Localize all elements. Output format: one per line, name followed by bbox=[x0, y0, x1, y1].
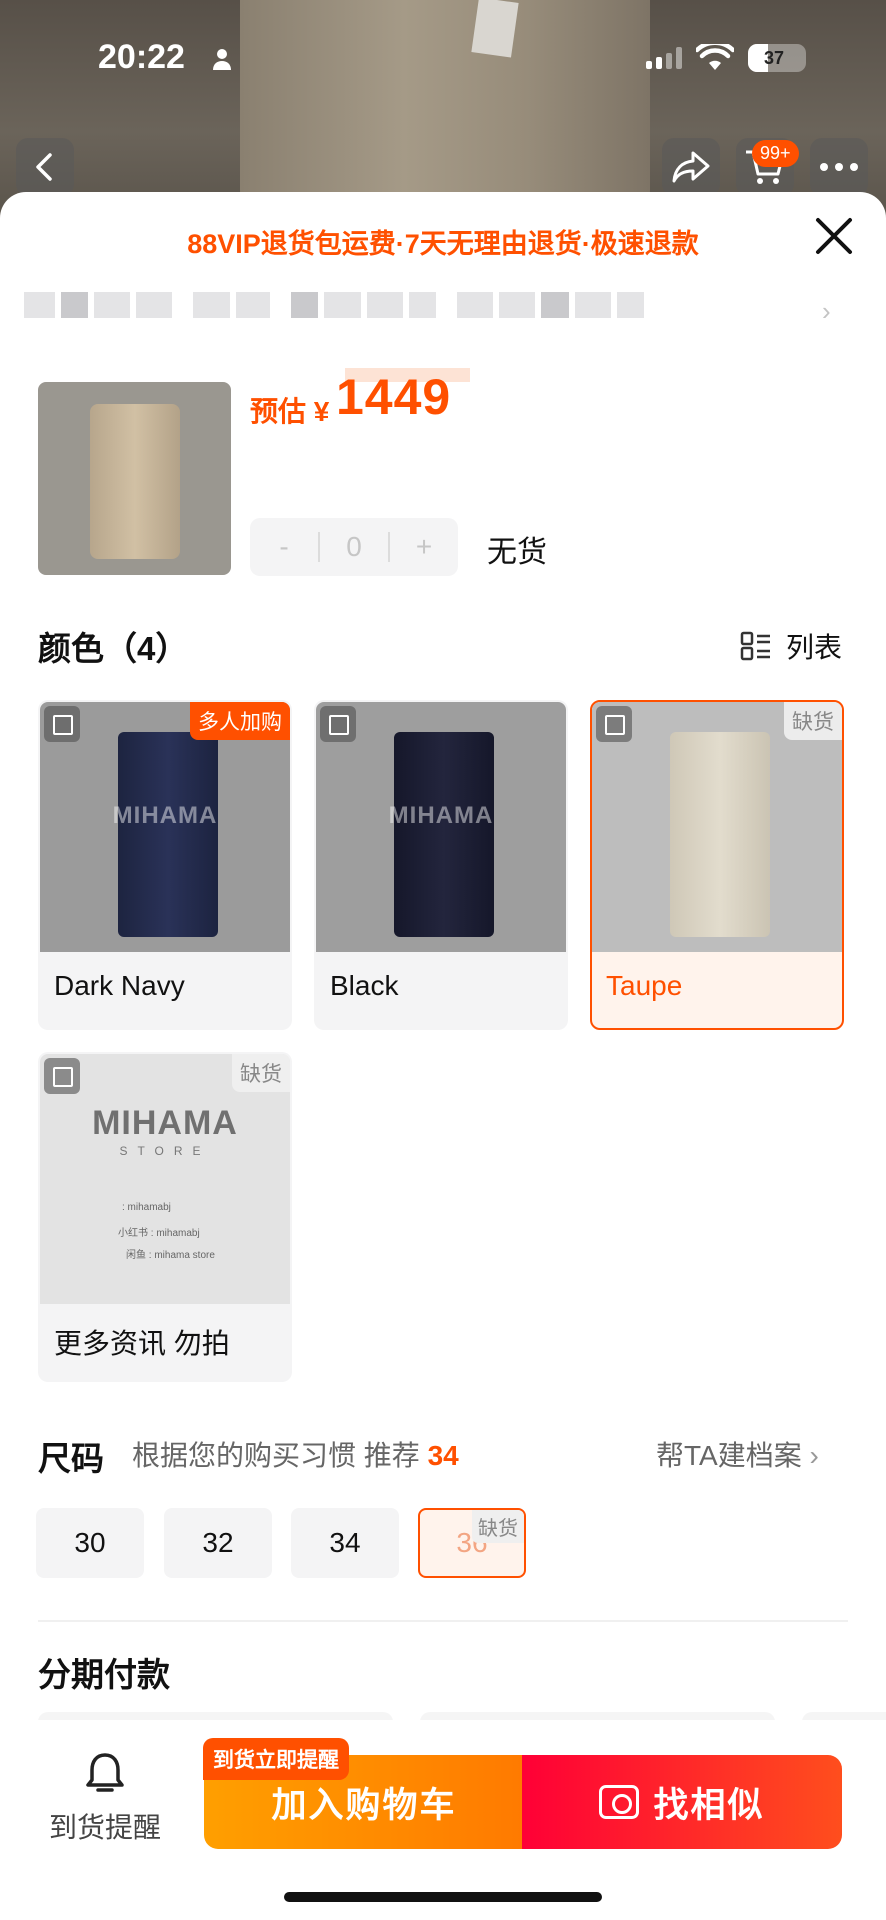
status-time: 20:22 bbox=[98, 38, 185, 76]
size-hint-text: 根据您的购买习惯 推荐 bbox=[132, 1440, 420, 1471]
chevron-right-icon[interactable]: › bbox=[822, 296, 831, 327]
installment-section-title: 分期付款 bbox=[38, 1656, 170, 1693]
camera-icon bbox=[599, 1785, 640, 1819]
size-option-36[interactable]: 36 缺货 bbox=[418, 1508, 526, 1578]
section-divider bbox=[38, 1620, 848, 1622]
thumbnail-pants-image bbox=[90, 404, 180, 559]
expand-icon[interactable] bbox=[44, 1058, 80, 1094]
sku-selection-sheet: 88VIP退货包运费·7天无理由退货·极速退款 › 预估 ¥ 1449 - 0 … bbox=[0, 192, 886, 1920]
size-label: 34 bbox=[329, 1527, 361, 1558]
list-view-toggle[interactable]: 列表 bbox=[740, 626, 842, 666]
out-of-stock-badge: 缺货 bbox=[472, 1510, 524, 1543]
product-photo-pants bbox=[240, 0, 650, 220]
store-subtitle-text: STORE bbox=[119, 1144, 211, 1158]
watermark: MIHAMA bbox=[388, 802, 494, 829]
pants-image bbox=[670, 732, 770, 937]
add-to-cart-label: 加入购物车 bbox=[271, 1785, 457, 1825]
quantity-stepper[interactable]: - 0 + bbox=[250, 518, 458, 576]
blurred-info-row[interactable] bbox=[24, 292, 644, 318]
store-contact-line: : mihamabj bbox=[122, 1202, 171, 1213]
cellular-signal-icon bbox=[646, 47, 682, 69]
close-button[interactable] bbox=[812, 216, 856, 260]
selected-sku-thumbnail[interactable] bbox=[38, 382, 231, 575]
back-button[interactable] bbox=[16, 138, 74, 196]
more-dots-icon bbox=[820, 163, 858, 171]
popular-badge: 多人加购 bbox=[190, 702, 290, 740]
cart-count-badge: 99+ bbox=[752, 140, 799, 167]
find-similar-label: 找相似 bbox=[653, 1785, 765, 1825]
store-contact-line: 小红书 : mihamabj bbox=[118, 1228, 200, 1239]
watermark: MIHAMA bbox=[112, 802, 218, 829]
promo-banner: 88VIP退货包运费·7天无理由退货·极速退款 bbox=[187, 229, 699, 259]
price-prefix: 预估 ¥ bbox=[250, 396, 330, 427]
color-option-dark-navy[interactable]: MIHAMA 多人加购 Dark Navy bbox=[38, 700, 292, 1030]
quantity-value[interactable]: 0 bbox=[320, 531, 388, 563]
status-icons: 37 bbox=[646, 44, 806, 72]
size-option-30[interactable]: 30 bbox=[36, 1508, 144, 1578]
restock-notify-button[interactable]: 到货提醒 bbox=[40, 1750, 170, 1846]
bell-icon bbox=[82, 1750, 128, 1796]
size-section-title: 尺码 bbox=[38, 1440, 104, 1477]
size-label: 30 bbox=[74, 1527, 106, 1558]
color-option-label: Taupe bbox=[606, 970, 683, 1001]
battery-level: 37 bbox=[763, 47, 785, 68]
close-icon bbox=[816, 218, 852, 254]
stock-status: 无货 bbox=[487, 536, 547, 569]
more-button[interactable] bbox=[810, 138, 868, 196]
color-option-black[interactable]: MIHAMA Black bbox=[314, 700, 568, 1030]
store-contact-line: 闲鱼 : mihama store bbox=[126, 1250, 215, 1261]
person-icon bbox=[213, 49, 231, 70]
expand-icon[interactable] bbox=[44, 706, 80, 742]
size-option-34[interactable]: 34 bbox=[291, 1508, 399, 1578]
quantity-increment-button[interactable]: + bbox=[390, 531, 458, 563]
price-value: 1449 bbox=[336, 369, 452, 425]
pants-image bbox=[118, 732, 218, 937]
color-option-label: Dark Navy bbox=[54, 970, 185, 1001]
expand-icon[interactable] bbox=[320, 706, 356, 742]
store-brand-text: MIHAMA bbox=[92, 1104, 238, 1142]
share-icon bbox=[672, 151, 710, 183]
size-profile-label: 帮TA建档案 bbox=[656, 1440, 802, 1471]
list-view-icon bbox=[740, 631, 772, 661]
out-of-stock-badge: 缺货 bbox=[232, 1054, 290, 1092]
size-option-32[interactable]: 32 bbox=[164, 1508, 272, 1578]
color-option-more-info[interactable]: MIHAMA STORE : mihamabj 小红书 : mihamabj 闲… bbox=[38, 1052, 292, 1382]
color-section-title: 颜色（4） bbox=[38, 630, 189, 667]
expand-icon[interactable] bbox=[596, 706, 632, 742]
chevron-left-icon bbox=[36, 153, 52, 181]
restock-alert-tag: 到货立即提醒 bbox=[203, 1738, 349, 1780]
home-indicator[interactable] bbox=[284, 1892, 602, 1902]
size-recommendation: 根据您的购买习惯 推荐 34 bbox=[132, 1434, 459, 1474]
size-label: 32 bbox=[202, 1527, 234, 1558]
wifi-icon bbox=[696, 44, 734, 70]
chevron-right-icon: › bbox=[809, 1440, 819, 1471]
battery-icon: 37 bbox=[748, 44, 806, 72]
share-button[interactable] bbox=[662, 138, 720, 196]
color-option-label: Black bbox=[330, 970, 399, 1001]
create-size-profile-link[interactable]: 帮TA建档案 › bbox=[656, 1434, 819, 1474]
product-photo-tag bbox=[471, 0, 519, 58]
out-of-stock-badge: 缺货 bbox=[784, 702, 842, 740]
find-similar-button[interactable]: 找相似 bbox=[522, 1755, 842, 1849]
restock-notify-label: 到货提醒 bbox=[48, 1812, 161, 1843]
quantity-decrement-button[interactable]: - bbox=[250, 531, 318, 563]
recommended-size: 34 bbox=[427, 1440, 459, 1471]
pants-image bbox=[394, 732, 494, 937]
list-view-label: 列表 bbox=[786, 632, 843, 663]
color-option-taupe[interactable]: 缺货 Taupe bbox=[590, 700, 844, 1030]
bottom-action-bar: 到货提醒 加入购物车 找相似 到货立即提醒 bbox=[0, 1720, 886, 1920]
color-option-label: 更多资讯 勿拍 bbox=[54, 1328, 230, 1359]
